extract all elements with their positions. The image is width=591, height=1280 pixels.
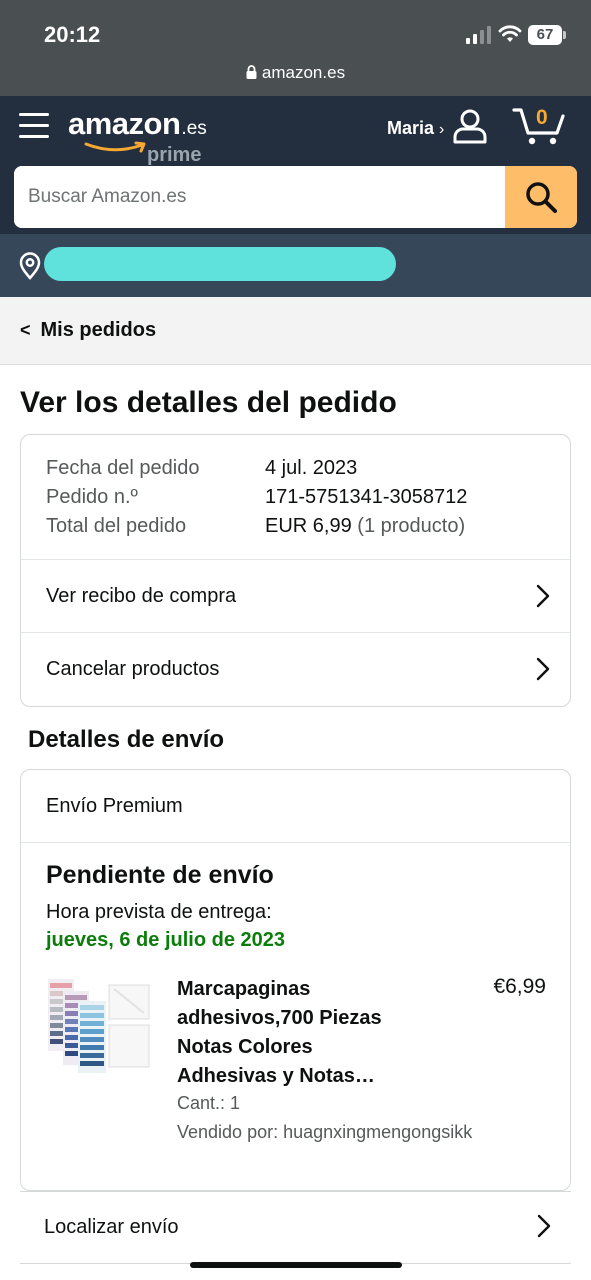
eta-date: jueves, 6 de julio de 2023 [46, 929, 286, 951]
order-number-label: Pedido n.º [46, 486, 138, 508]
breadcrumb-label: Mis pedidos [40, 319, 157, 341]
product-price: €6,99 [493, 975, 546, 998]
search-icon [526, 182, 557, 213]
chevron-left-icon: < [20, 320, 31, 340]
delivery-location-bar[interactable] [0, 234, 591, 297]
eta-label: Hora prevista de entrega: [46, 901, 272, 923]
shipment-status: Pendiente de envío [46, 861, 274, 889]
amazon-logo[interactable]: amazon.es prime [68, 106, 207, 166]
cart-count: 0 [536, 106, 548, 129]
account-name: Maria [387, 118, 435, 138]
lock-icon [246, 65, 257, 79]
view-receipt-label: Ver recibo de compra [46, 584, 237, 607]
order-number-row: Pedido n.º 171-5751341-3058712 [46, 486, 467, 509]
battery-icon: 67 [528, 25, 562, 45]
cancel-items-row[interactable]: Cancelar productos [21, 632, 570, 705]
track-shipment-label: Localizar envío [44, 1216, 179, 1238]
logo-prime: prime [147, 144, 202, 166]
address-bar[interactable]: amazon.es [0, 63, 591, 83]
status-time: 20:12 [44, 22, 101, 47]
logo-tld: .es [181, 118, 207, 139]
chevron-right-icon [536, 657, 550, 681]
search-button[interactable] [505, 166, 577, 228]
url-text: amazon.es [261, 63, 346, 82]
breadcrumb[interactable]: < Mis pedidos [0, 297, 591, 365]
product-image[interactable] [46, 973, 152, 1081]
order-number-value: 171-5751341-3058712 [265, 486, 468, 508]
order-total-row: Total del pedido EUR 6,99 (1 producto) [46, 515, 465, 538]
account-link[interactable]: Maria › [387, 118, 444, 139]
user-icon[interactable] [452, 108, 488, 144]
smile-arrow-icon [84, 141, 146, 153]
status-bar: 20:12 67 amazon.es [0, 0, 591, 96]
product-quantity: Cant.: 1 [177, 1093, 241, 1113]
shipping-section-title: Detalles de envío [28, 726, 225, 753]
account-chevron: › [439, 121, 445, 138]
home-indicator[interactable] [190, 1262, 402, 1268]
search-bar [14, 166, 577, 228]
shipment-card: Envío Premium Pendiente de envío Hora pr… [20, 769, 571, 1191]
product-seller: Vendido por: huagnxingmengongsikk [177, 1122, 473, 1142]
order-date-value: 4 jul. 2023 [265, 457, 358, 479]
redacted-address [44, 247, 396, 281]
order-date-row: Fecha del pedido 4 jul. 2023 [46, 457, 357, 480]
cellular-signal-icon [466, 26, 491, 44]
page-title: Ver los detalles del pedido [20, 386, 397, 419]
battery-tip [563, 31, 566, 39]
hamburger-menu-icon[interactable] [19, 113, 49, 139]
view-receipt-row[interactable]: Ver recibo de compra [21, 559, 570, 632]
logo-word: amazon [68, 106, 181, 141]
order-total-label: Total del pedido [46, 515, 187, 537]
cancel-items-label: Cancelar productos [46, 657, 220, 680]
chevron-right-icon [537, 1214, 551, 1238]
track-shipment-row[interactable]: Localizar envío [20, 1191, 571, 1264]
location-pin-icon [19, 252, 41, 280]
wifi-icon [498, 25, 522, 42]
product-title-link[interactable]: Marcapaginas adhesivos,700 Piezas Notas … [177, 975, 417, 1091]
order-item-count: (1 producto) [357, 515, 466, 537]
order-summary-card: Fecha del pedido 4 jul. 2023 Pedido n.º … [20, 434, 571, 707]
search-input[interactable] [14, 166, 505, 228]
shipping-method: Envío Premium [21, 770, 570, 843]
order-total-value: EUR 6,99 [265, 515, 352, 537]
site-header: amazon.es prime Maria › 0 [0, 96, 591, 234]
chevron-right-icon [536, 584, 550, 608]
order-date-label: Fecha del pedido [46, 457, 200, 479]
